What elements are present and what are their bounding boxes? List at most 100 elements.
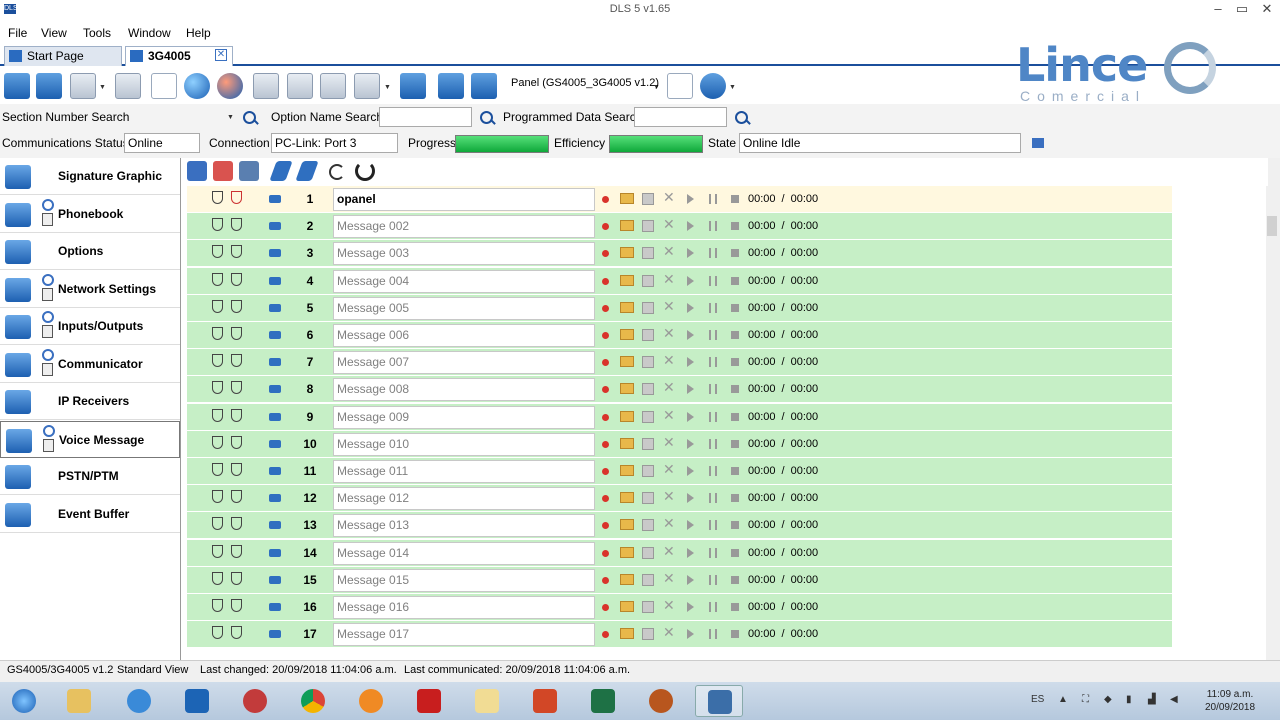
pause-icon[interactable] xyxy=(709,302,717,313)
stop-icon[interactable] xyxy=(731,276,739,285)
delete-icon[interactable]: ✕ xyxy=(663,515,675,532)
stop-icon[interactable] xyxy=(731,575,739,584)
tab-close-icon[interactable]: ✕ xyxy=(215,49,227,61)
speaker-icon[interactable] xyxy=(269,630,281,639)
speaker-icon[interactable] xyxy=(269,521,281,530)
chevron-down-icon[interactable]: ▼ xyxy=(729,84,736,91)
vertical-scrollbar[interactable] xyxy=(1266,186,1278,660)
delete-icon[interactable]: ✕ xyxy=(663,461,675,478)
message-name-input[interactable]: Message 017 xyxy=(333,623,595,647)
record-icon[interactable] xyxy=(602,631,609,639)
send-icon[interactable] xyxy=(253,73,279,99)
pause-icon[interactable] xyxy=(709,466,717,476)
shield-icon[interactable] xyxy=(231,517,242,531)
stop-icon[interactable] xyxy=(731,358,739,367)
explorer-icon[interactable] xyxy=(55,685,103,717)
delete-icon[interactable]: ✕ xyxy=(663,379,675,396)
pause-icon[interactable] xyxy=(709,602,717,612)
shield-icon[interactable] xyxy=(231,490,242,504)
pause-icon[interactable] xyxy=(709,221,717,232)
record-icon[interactable] xyxy=(602,495,609,503)
stop-icon[interactable] xyxy=(731,303,739,312)
delete-icon[interactable]: ✕ xyxy=(663,271,675,288)
pause-icon[interactable] xyxy=(709,384,717,395)
message-name-input[interactable]: Message 007 xyxy=(333,351,595,375)
sidebar-item-ip-receivers[interactable]: IP Receivers xyxy=(0,383,180,420)
edit-icon[interactable] xyxy=(295,161,319,181)
play-icon[interactable] xyxy=(687,438,694,449)
record-icon[interactable] xyxy=(602,250,609,258)
shield-icon[interactable] xyxy=(231,245,242,259)
open-folder-icon[interactable] xyxy=(620,601,634,612)
open-folder-icon[interactable] xyxy=(620,301,634,313)
play-icon[interactable] xyxy=(687,520,694,531)
open-folder-icon[interactable] xyxy=(620,274,634,286)
delete-icon[interactable]: ✕ xyxy=(663,216,675,233)
open-folder-icon[interactable] xyxy=(620,546,634,558)
undo-icon[interactable] xyxy=(329,164,345,180)
sidebar-item-phonebook[interactable]: Phonebook xyxy=(0,196,180,233)
stop-icon[interactable] xyxy=(731,521,739,530)
speaker-icon[interactable] xyxy=(269,412,281,421)
menu-help[interactable]: Help xyxy=(186,26,211,40)
message-name-input[interactable]: Message 004 xyxy=(333,269,595,293)
save-icon[interactable] xyxy=(642,301,654,314)
message-name-input[interactable]: Message 009 xyxy=(333,405,595,429)
stop-icon[interactable] xyxy=(731,195,739,203)
play-icon[interactable] xyxy=(687,194,694,204)
delete-icon[interactable]: ✕ xyxy=(663,298,675,315)
save-icon[interactable] xyxy=(642,383,654,396)
search-icon[interactable] xyxy=(241,109,259,127)
stop-icon[interactable] xyxy=(731,249,739,258)
save-icon[interactable] xyxy=(642,356,654,369)
speaker-icon[interactable] xyxy=(269,494,281,503)
save-icon[interactable] xyxy=(642,329,654,341)
shield-icon[interactable] xyxy=(231,381,242,395)
message-name-input[interactable]: Message 015 xyxy=(333,568,595,592)
tools-icon[interactable] xyxy=(70,73,96,99)
shield-icon[interactable] xyxy=(231,408,242,422)
save-icon[interactable] xyxy=(642,410,654,423)
speaker-icon[interactable] xyxy=(269,358,281,367)
panel-selector[interactable]: Panel (GS4005_3G4005 v1.2) xyxy=(511,77,659,89)
shield-icon[interactable] xyxy=(212,191,223,204)
open-folder-icon[interactable] xyxy=(620,383,634,395)
search-icon[interactable] xyxy=(733,109,751,127)
refresh-icon[interactable] xyxy=(355,161,375,181)
record-icon[interactable] xyxy=(602,386,609,394)
record-icon[interactable] xyxy=(602,468,609,475)
play-icon[interactable] xyxy=(687,493,694,504)
network-tray-icon[interactable]: ⛶ xyxy=(1082,694,1089,705)
stop-icon[interactable] xyxy=(731,630,739,639)
save-icon[interactable] xyxy=(642,492,654,505)
record-icon[interactable] xyxy=(602,196,609,203)
pause-icon[interactable] xyxy=(709,357,717,368)
speaker-icon[interactable] xyxy=(269,548,281,557)
option-search-input[interactable] xyxy=(379,107,472,127)
chevron-down-icon[interactable]: ▼ xyxy=(384,84,391,91)
chevron-down-icon[interactable]: ▼ xyxy=(99,84,106,91)
signal-tray-icon[interactable]: ▟ xyxy=(1148,694,1156,705)
stop-icon[interactable] xyxy=(731,439,739,448)
message-name-input[interactable]: Message 016 xyxy=(333,596,595,619)
delete-icon[interactable]: ✕ xyxy=(663,325,675,342)
play-icon[interactable] xyxy=(687,411,694,422)
burner-icon[interactable] xyxy=(347,685,395,717)
volume-icon[interactable]: ◀ xyxy=(1170,694,1178,705)
sidebar-item-voice-message[interactable]: Voice Message xyxy=(0,420,180,458)
stop-icon[interactable] xyxy=(731,331,739,339)
record-icon[interactable] xyxy=(602,304,609,312)
delete-icon[interactable]: ✕ xyxy=(663,407,675,424)
message-name-input[interactable]: Message 012 xyxy=(333,487,595,511)
menu-tools[interactable]: Tools xyxy=(83,26,111,40)
message-name-input[interactable]: Message 011 xyxy=(333,460,595,483)
pause-icon[interactable] xyxy=(709,547,717,558)
acrobat-icon[interactable] xyxy=(405,685,453,717)
delete-icon[interactable]: ✕ xyxy=(663,352,675,369)
globe-icon[interactable] xyxy=(184,73,210,99)
record-icon[interactable] xyxy=(602,440,609,448)
sidebar-item-inputs-outputs[interactable]: Inputs/Outputs xyxy=(0,308,180,345)
shield-icon[interactable] xyxy=(212,599,223,612)
speaker-icon[interactable] xyxy=(269,303,281,312)
play-icon[interactable] xyxy=(687,574,694,585)
